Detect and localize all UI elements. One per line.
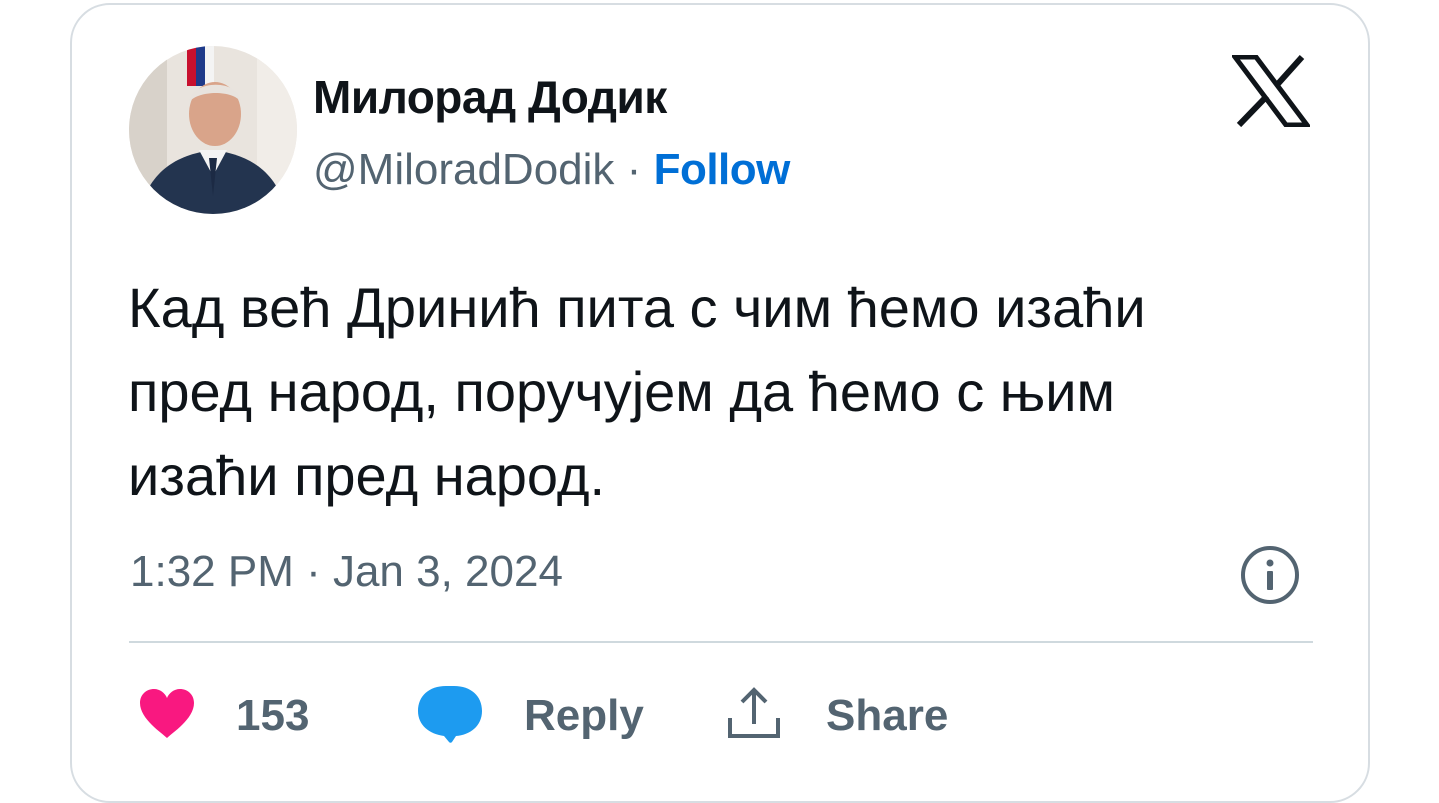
divider (129, 641, 1313, 643)
author-display-name[interactable]: Милорад Додик (313, 69, 667, 125)
author-handle[interactable]: @MiloradDodik (313, 145, 614, 194)
like-count: 153 (236, 691, 310, 740)
heart-icon (138, 688, 196, 745)
like-button[interactable]: 153 (138, 686, 309, 746)
share-label: Share (826, 691, 949, 740)
x-logo-icon[interactable] (1230, 54, 1312, 128)
share-upload-icon (726, 684, 782, 749)
reply-label: Reply (524, 691, 644, 740)
share-button[interactable]: Share (726, 686, 948, 746)
reply-button[interactable]: Reply (416, 684, 644, 749)
speech-bubble-icon (416, 684, 484, 749)
tweet-timestamp[interactable]: 1:32 PM · Jan 3, 2024 (130, 544, 563, 600)
avatar[interactable] (129, 46, 297, 214)
info-icon[interactable] (1239, 544, 1301, 606)
handle-separator: · (626, 145, 642, 194)
tweet-text: Кад већ Дринић пита с чим ћемо изаћи пре… (128, 276, 1146, 507)
follow-button[interactable]: Follow (654, 145, 791, 194)
author-handle-row: @MiloradDodik · Follow (313, 142, 790, 198)
